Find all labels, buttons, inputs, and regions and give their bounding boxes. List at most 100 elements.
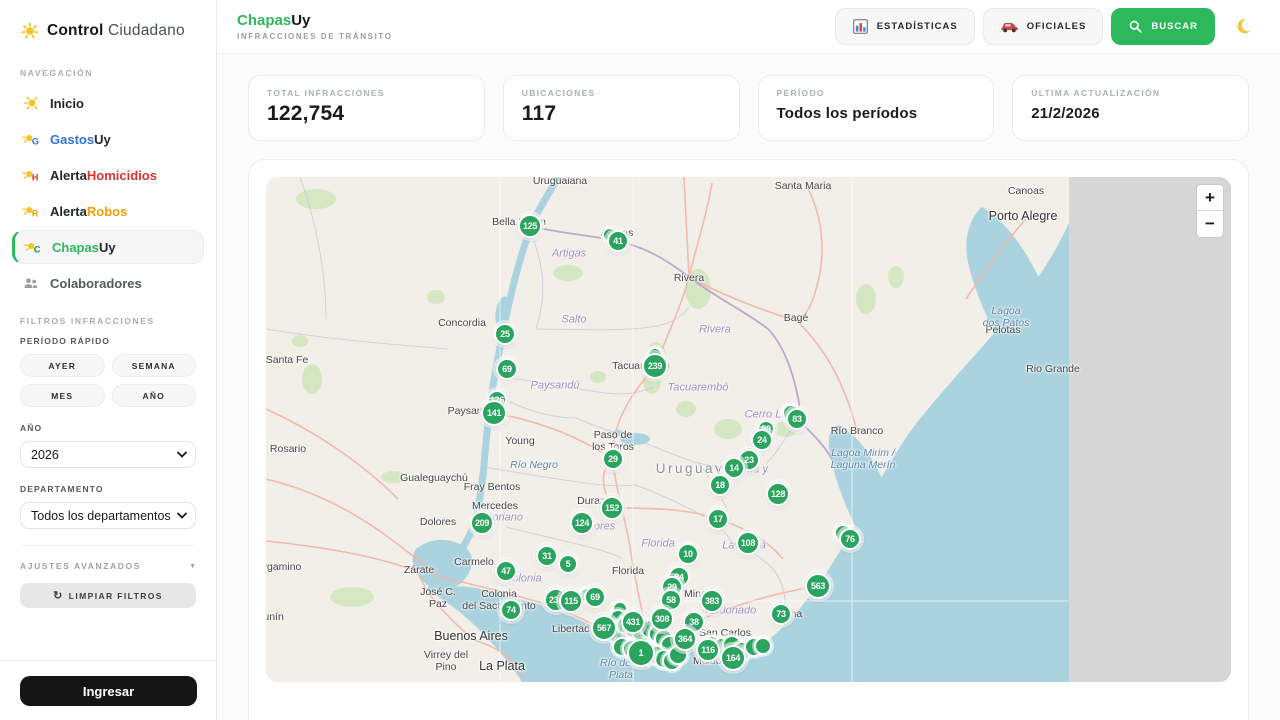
- map-place-label: Young: [505, 435, 534, 447]
- map-cluster-marker[interactable]: 25: [494, 323, 516, 345]
- map-place-label: Carmelo: [454, 556, 494, 568]
- map-cluster-marker[interactable]: 1: [627, 639, 655, 667]
- map-place-label: Río Negro: [510, 459, 558, 471]
- map-cluster-marker[interactable]: 18: [709, 474, 731, 496]
- map-cluster-marker[interactable]: 76: [839, 528, 861, 550]
- sun-logo-icon: [20, 22, 38, 40]
- map-cluster-marker[interactable]: 152: [600, 496, 624, 520]
- refresh-icon: ↻: [53, 589, 64, 602]
- map-place-label: Buenos Aires: [434, 629, 508, 643]
- sidebar-item-alertahomicidios[interactable]: H AlertaHomicidios: [12, 158, 204, 192]
- search-button[interactable]: BUSCAR: [1111, 8, 1215, 45]
- sidebar-item-label: Inicio: [50, 96, 84, 111]
- map-place-label: Lagoa dos Patos: [983, 305, 1030, 329]
- sidebar-item-label: AlertaHomicidios: [50, 168, 157, 183]
- divider: [20, 545, 196, 546]
- map-cluster-marker[interactable]: 31: [536, 545, 558, 567]
- sun-g-icon: G: [22, 130, 40, 148]
- zoom-in-button[interactable]: +: [1197, 185, 1223, 211]
- sidebar-nav: Inicio G GastosUy: [0, 86, 216, 302]
- map-cluster-marker[interactable]: 239: [642, 353, 668, 379]
- map-cluster-marker[interactable]: 73: [770, 603, 792, 625]
- map-place-label: Florida: [641, 538, 675, 551]
- map-cluster-marker[interactable]: 74: [500, 599, 522, 621]
- sidebar-item-inicio[interactable]: Inicio: [12, 86, 204, 120]
- map-cluster-marker[interactable]: 364: [673, 627, 697, 651]
- stat-card-ubicaciones: UBICACIONES 117: [503, 75, 740, 141]
- chip-mes[interactable]: MES: [20, 384, 105, 407]
- sidebar-footer: Ingresar: [0, 660, 216, 706]
- year-select[interactable]: 2026: [20, 441, 196, 468]
- clear-filters-button[interactable]: ↻ LIMPIAR FILTROS: [20, 583, 196, 608]
- map-place-label: Colonia del Sacramento: [462, 588, 536, 612]
- sun-r-icon: R: [22, 202, 40, 220]
- map-cluster-marker[interactable]: [754, 637, 772, 655]
- map-place-label: Paysandú: [531, 380, 580, 393]
- stat-card-actualizacion: ÚLTIMA ACTUALIZACIÓN 21/2/2026: [1012, 75, 1249, 141]
- map-cluster-marker[interactable]: 124: [570, 511, 594, 535]
- stat-card-periodo: PERÍODO Todos los períodos: [758, 75, 995, 141]
- sidebar: Control Ciudadano NAVEGACIÓN Inicio: [0, 0, 217, 720]
- login-button[interactable]: Ingresar: [20, 676, 197, 706]
- chip-semana[interactable]: SEMANA: [112, 354, 197, 377]
- stat-value: Todos los períodos: [777, 105, 976, 122]
- officials-button[interactable]: OFICIALES: [983, 8, 1104, 45]
- map-cluster-marker[interactable]: 141: [481, 400, 507, 426]
- map-cluster-marker[interactable]: 10: [677, 543, 699, 565]
- nav-section-label: NAVEGACIÓN: [0, 68, 216, 78]
- chip-ayer[interactable]: AYER: [20, 354, 105, 377]
- map-place-label: Uruguaiana: [533, 177, 587, 187]
- map-cluster-marker[interactable]: 47: [495, 560, 517, 582]
- topbar-actions: ESTADÍSTICAS OFICIALES BUSCAR: [835, 8, 1254, 45]
- map-cluster-marker[interactable]: 308: [650, 607, 674, 631]
- department-select[interactable]: Todos los departamentos: [20, 502, 196, 529]
- statistics-button[interactable]: ESTADÍSTICAS: [835, 8, 975, 45]
- sidebar-item-alertarobos[interactable]: R AlertaRobos: [12, 194, 204, 228]
- map-place-label: Tacuarembó: [668, 382, 729, 395]
- map-cluster-marker[interactable]: 41: [607, 230, 629, 252]
- period-chips: AYER SEMANA MES AÑO: [20, 354, 196, 407]
- brand-logo[interactable]: Control Ciudadano: [0, 0, 216, 58]
- brand-name: Control Ciudadano: [47, 22, 185, 40]
- map-cluster-marker[interactable]: 83: [786, 408, 808, 430]
- map-cluster-marker[interactable]: 116: [696, 638, 720, 662]
- map-place-label: Florida: [612, 565, 644, 577]
- map-cluster-marker[interactable]: 108: [736, 531, 760, 555]
- dark-mode-toggle[interactable]: [1235, 17, 1254, 36]
- map-cluster-marker[interactable]: 69: [584, 586, 606, 608]
- map-cluster-marker[interactable]: 69: [496, 358, 518, 380]
- map-place-label: Concordia: [438, 317, 486, 329]
- map-cluster-marker[interactable]: 209: [470, 511, 494, 535]
- map-place-label: Santa Fe: [266, 354, 308, 366]
- map-cluster-marker[interactable]: 431: [621, 610, 645, 634]
- map-cluster-marker[interactable]: 164: [720, 645, 746, 671]
- advanced-settings-toggle[interactable]: AJUSTES AVANZADOS ▼: [0, 561, 216, 571]
- stats-row: TOTAL INFRACCIONES 122,754 UBICACIONES 1…: [248, 75, 1249, 141]
- map-cluster-marker[interactable]: 383: [700, 589, 724, 613]
- map-cluster-marker[interactable]: 128: [766, 482, 790, 506]
- sidebar-item-gastosuy[interactable]: G GastosUy: [12, 122, 204, 156]
- map-cluster-marker[interactable]: 563: [805, 573, 831, 599]
- zoom-out-button[interactable]: −: [1197, 211, 1223, 237]
- map-cluster-marker[interactable]: 24: [751, 429, 773, 451]
- map-place-label: Lagoa Mirim / Laguna Merín: [831, 447, 896, 471]
- map-cluster-marker[interactable]: 5: [558, 554, 578, 574]
- map-place-label: Gualeguaychú: [400, 472, 468, 484]
- sidebar-item-colaboradores[interactable]: Colaboradores: [12, 266, 204, 300]
- map-cluster-marker[interactable]: 125: [518, 214, 542, 238]
- map-cluster-marker[interactable]: 115: [559, 589, 583, 613]
- chip-anio[interactable]: AÑO: [112, 384, 197, 407]
- map-canvas[interactable]: UruguaianaSanta MariaCanoasPorto AlegreP…: [266, 177, 1231, 682]
- map-place-label: Pelotas: [985, 324, 1020, 336]
- map-cluster-marker[interactable]: 17: [707, 508, 729, 530]
- map-cluster-marker[interactable]: 567: [591, 615, 617, 641]
- sidebar-item-label: AlertaRobos: [50, 204, 127, 219]
- sidebar-item-chapasuy[interactable]: C ChapasUy: [12, 230, 204, 264]
- stat-value: 117: [522, 102, 721, 126]
- period-label: PERÍODO RÁPIDO: [20, 336, 196, 346]
- people-icon: [22, 274, 40, 292]
- map-cluster-marker[interactable]: 29: [602, 448, 624, 470]
- page-subtitle: INFRACCIONES DE TRÁNSITO: [237, 32, 393, 41]
- sidebar-item-label: ChapasUy: [52, 240, 116, 255]
- filters-section-label: FILTROS INFRACCIONES: [0, 316, 216, 326]
